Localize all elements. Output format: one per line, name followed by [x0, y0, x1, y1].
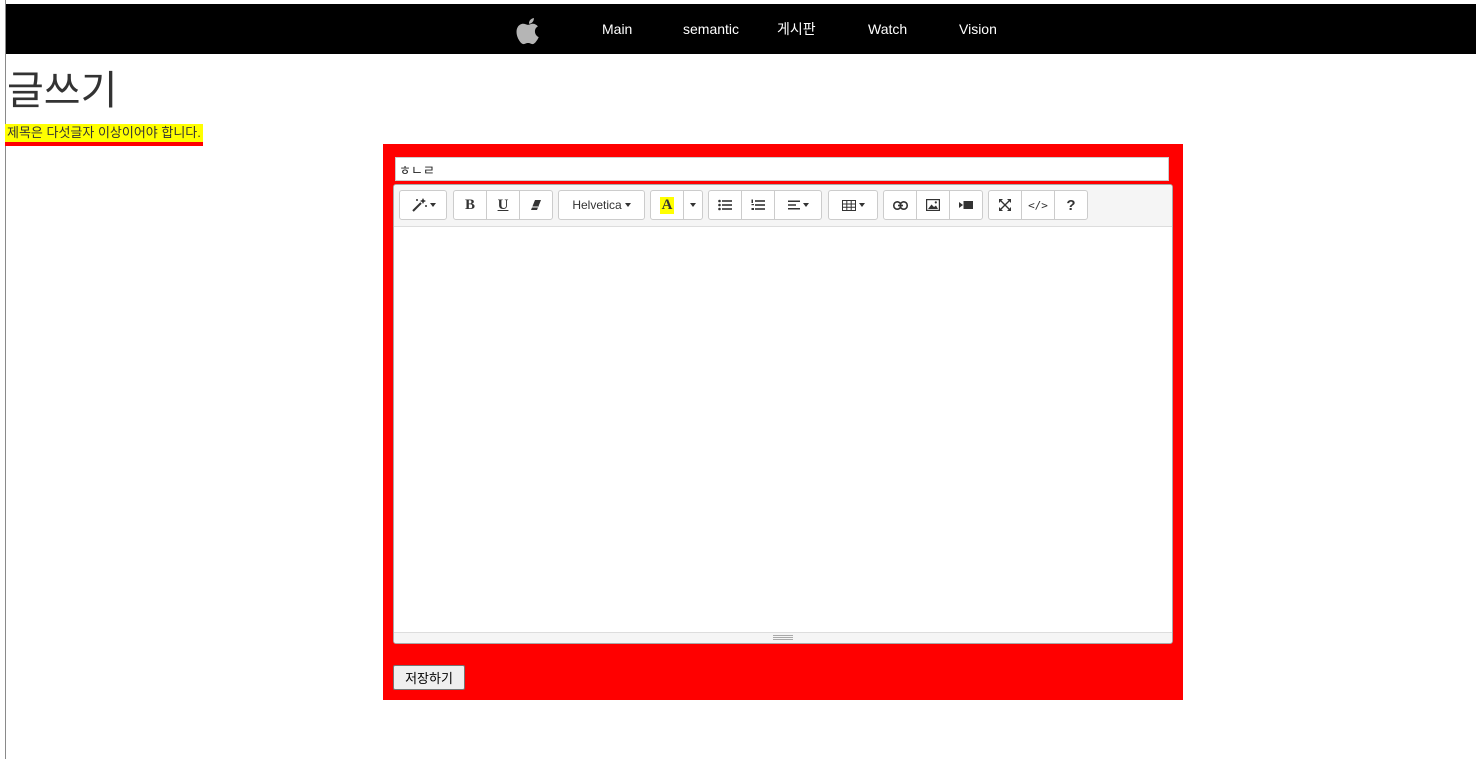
link-button[interactable] — [883, 190, 917, 220]
link-icon — [892, 200, 908, 210]
table-icon — [841, 199, 856, 211]
paragraph-group — [708, 190, 822, 220]
ordered-list-button[interactable] — [741, 190, 775, 220]
resize-grip-icon[interactable] — [773, 635, 793, 640]
table-button[interactable] — [828, 190, 878, 220]
ordered-list-icon — [751, 199, 765, 210]
validation-alert: 제목은 다섯글자 이상이어야 합니다. — [5, 124, 203, 146]
help-button[interactable]: ? — [1054, 190, 1088, 220]
nav-link-watch[interactable]: Watch — [868, 4, 907, 54]
nav-link-main[interactable]: Main — [602, 4, 632, 54]
nav-link-semantic[interactable]: semantic — [683, 4, 739, 54]
color-sample: A — [659, 196, 675, 214]
unordered-list-button[interactable] — [708, 190, 742, 220]
align-left-icon — [787, 200, 800, 210]
chevron-down-icon — [690, 203, 696, 207]
chevron-down-icon — [802, 203, 809, 207]
picture-button[interactable] — [916, 190, 950, 220]
apple-logo-icon[interactable] — [516, 17, 542, 45]
chevron-down-icon — [858, 203, 865, 207]
style-button[interactable] — [399, 190, 447, 220]
save-button[interactable]: 저장하기 — [393, 665, 465, 690]
editor-toolbar: B U Helvetica A </> ? — [394, 185, 1172, 227]
view-group: </> ? — [988, 190, 1088, 220]
rich-text-editor: B U Helvetica A </> ? — [393, 184, 1173, 644]
text-color-button[interactable]: A — [650, 190, 684, 220]
editor-resize-bar[interactable] — [394, 632, 1172, 643]
font-name-label: Helvetica — [572, 198, 622, 212]
bold-button[interactable]: B — [453, 190, 487, 220]
font-name-group: Helvetica — [558, 190, 645, 220]
color-dropdown-button[interactable] — [683, 190, 703, 220]
chevron-down-icon — [624, 203, 631, 207]
font-style-group: B U — [453, 190, 553, 220]
editor-content-area[interactable] — [394, 227, 1172, 633]
font-name-dropdown[interactable]: Helvetica — [558, 190, 645, 220]
magic-wand-icon — [411, 198, 427, 212]
write-form: B U Helvetica A — [383, 144, 1183, 700]
underline-button[interactable]: U — [486, 190, 520, 220]
table-group — [828, 190, 878, 220]
page-title: 글쓰기 — [7, 69, 118, 113]
insert-group — [883, 190, 983, 220]
color-group: A — [650, 190, 703, 220]
title-input[interactable] — [395, 157, 1169, 181]
picture-icon — [926, 199, 940, 211]
page-left-border — [5, 0, 6, 759]
nav-link-vision[interactable]: Vision — [959, 4, 997, 54]
fullscreen-button[interactable] — [988, 190, 1022, 220]
code-view-button[interactable]: </> — [1021, 190, 1055, 220]
top-navbar: Main semantic 게시판 Watch Vision — [6, 4, 1476, 54]
fullscreen-icon — [999, 199, 1011, 211]
nav-link-board[interactable]: 게시판 — [777, 4, 816, 54]
paragraph-align-button[interactable] — [774, 190, 822, 220]
video-icon — [959, 201, 973, 209]
video-button[interactable] — [949, 190, 983, 220]
style-group — [399, 190, 447, 220]
unordered-list-icon — [718, 199, 732, 211]
eraser-icon — [531, 200, 541, 210]
chevron-down-icon — [429, 203, 436, 207]
clear-format-button[interactable] — [519, 190, 553, 220]
